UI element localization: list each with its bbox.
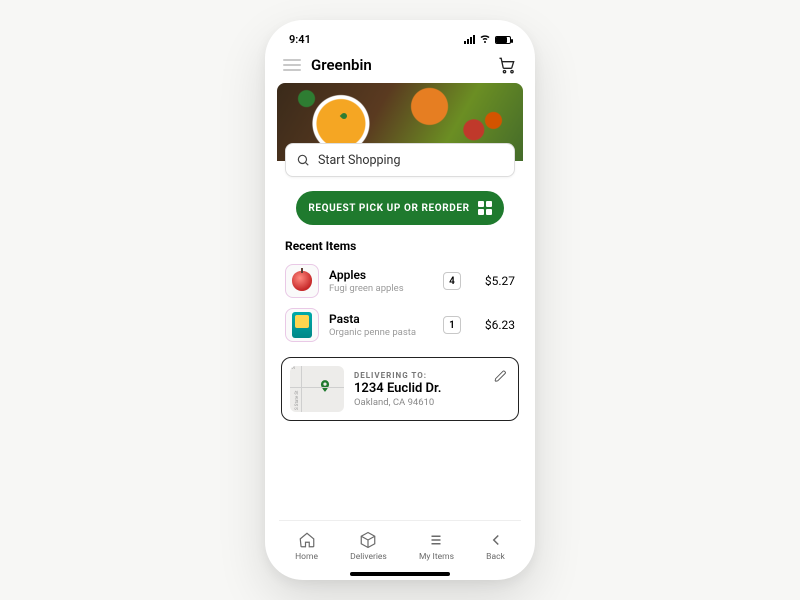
item-thumbnail: [285, 308, 319, 342]
pasta-icon: [292, 312, 312, 338]
status-time: 9:41: [289, 33, 311, 46]
search-placeholder: Start Shopping: [318, 153, 400, 168]
wifi-icon: [479, 32, 491, 47]
search-icon: [296, 153, 310, 167]
battery-icon: [495, 36, 511, 44]
list-icon: [427, 531, 445, 549]
recent-items-heading: Recent Items: [279, 235, 521, 259]
status-indicators: [464, 32, 511, 47]
menu-icon[interactable]: [283, 59, 301, 71]
address-line1: 1234 Euclid Dr.: [354, 381, 441, 396]
address-line2: Oakland, CA 94610: [354, 397, 441, 408]
item-price: $5.27: [471, 274, 515, 288]
delivery-address-card[interactable]: S Dearborn St S State St DELIVERING TO: …: [281, 357, 519, 421]
item-price: $6.23: [471, 318, 515, 332]
tab-label: Deliveries: [350, 552, 387, 562]
home-indicator: [350, 572, 450, 576]
tab-my-items[interactable]: My Items: [419, 531, 454, 562]
item-subtitle: Organic penne pasta: [329, 327, 433, 338]
edit-address-button[interactable]: [494, 368, 508, 382]
item-subtitle: Fugi green apples: [329, 283, 433, 294]
tab-deliveries[interactable]: Deliveries: [350, 531, 387, 562]
cta-label: REQUEST PICK UP OR REORDER: [308, 203, 469, 214]
qr-icon: [478, 201, 492, 215]
status-bar: 9:41: [279, 30, 521, 53]
top-bar: Greenbin: [279, 53, 521, 83]
address-label: DELIVERING TO:: [354, 371, 441, 380]
map-thumbnail: S Dearborn St S State St: [290, 366, 344, 412]
list-item[interactable]: Pasta Organic penne pasta 1 $6.23: [279, 303, 521, 347]
cellular-icon: [464, 35, 475, 44]
search-input[interactable]: Start Shopping: [285, 143, 515, 177]
address-text: DELIVERING TO: 1234 Euclid Dr. Oakland, …: [354, 371, 441, 408]
app-title: Greenbin: [311, 56, 372, 74]
map-pin-icon: [318, 378, 332, 392]
home-icon: [298, 531, 316, 549]
package-icon: [359, 531, 377, 549]
request-pickup-button[interactable]: REQUEST PICK UP OR REORDER: [296, 191, 504, 225]
apple-icon: [292, 271, 312, 291]
tab-label: Home: [295, 552, 318, 562]
item-name: Pasta: [329, 312, 433, 326]
list-item[interactable]: Apples Fugi green apples 4 $5.27: [279, 259, 521, 303]
tab-home[interactable]: Home: [295, 531, 318, 562]
tab-label: My Items: [419, 552, 454, 562]
cart-button[interactable]: [497, 55, 517, 75]
map-street-label: S State St: [295, 391, 300, 411]
tab-bar: Home Deliveries My Items Back: [279, 520, 521, 572]
item-thumbnail: [285, 264, 319, 298]
tab-label: Back: [486, 552, 505, 562]
map-street-label: S Dearborn St: [292, 366, 297, 369]
item-qty[interactable]: 4: [443, 272, 461, 290]
phone-frame: 9:41 Greenbin Start Shopping REQUEST PIC…: [265, 20, 535, 580]
item-qty[interactable]: 1: [443, 316, 461, 334]
chevron-left-icon: [487, 531, 505, 549]
tab-back[interactable]: Back: [486, 531, 505, 562]
item-name: Apples: [329, 268, 433, 282]
